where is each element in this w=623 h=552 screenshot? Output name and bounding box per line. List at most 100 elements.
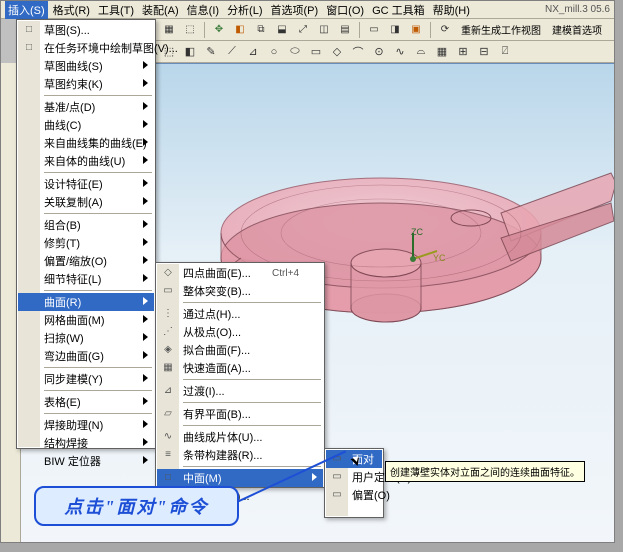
insert-menu-item[interactable]: 曲面(R) <box>18 293 154 311</box>
menu-separator <box>44 413 152 414</box>
tool-icon[interactable]: ▣ <box>407 21 425 39</box>
menu-insert[interactable]: 插入(S) <box>5 1 48 19</box>
menu-format[interactable]: 格式(R) <box>50 1 93 19</box>
insert-menu-item[interactable]: 网格曲面(M) <box>18 311 154 329</box>
menu-separator <box>44 367 152 368</box>
tool-icon[interactable]: ⬚ <box>181 21 199 39</box>
insert-menu-item[interactable]: 基准/点(D) <box>18 98 154 116</box>
menu-window[interactable]: 窗口(O) <box>323 1 367 19</box>
midsurface-submenu-item-icon: ▭ <box>329 487 345 502</box>
insert-menu-item[interactable]: □草图(S)... <box>18 21 154 39</box>
rebuild-button[interactable]: 重新生成工作视图 <box>457 21 545 38</box>
tool-icon[interactable]: ⍁ <box>496 43 514 61</box>
insert-menu-item-label: 细节特征(L) <box>44 271 101 287</box>
tool-icon[interactable]: ▦ <box>160 21 178 39</box>
surface-submenu-item-label: 拟合曲面(F)... <box>183 342 250 358</box>
tool-icon[interactable]: ⬭ <box>286 43 304 61</box>
menu-help[interactable]: 帮助(H) <box>430 1 473 19</box>
submenu-arrow-icon <box>143 102 148 110</box>
surface-submenu-item-icon: ▱ <box>160 406 176 421</box>
insert-menu-item[interactable]: 弯边曲面(G) <box>18 347 154 365</box>
submenu-arrow-icon <box>143 397 148 405</box>
tool-icon[interactable]: ◫ <box>315 21 333 39</box>
annotation-text: 点击"面对"命令 <box>65 493 209 519</box>
surface-submenu-item[interactable]: ▱有界平面(B)... <box>157 405 323 423</box>
menu-assembly[interactable]: 装配(A) <box>139 1 182 19</box>
insert-menu-item[interactable]: 草图约束(K) <box>18 75 154 93</box>
insert-menu-item[interactable]: 来自曲线集的曲线(E) <box>18 134 154 152</box>
insert-menu-item[interactable]: 细节特征(L) <box>18 270 154 288</box>
insert-menu-item[interactable]: 同步建模(Y) <box>18 370 154 388</box>
menu-separator <box>183 466 321 467</box>
tool-icon[interactable]: ⊟ <box>475 43 493 61</box>
model-prefs-button[interactable]: 建模首选项 <box>548 21 606 38</box>
insert-menu-item[interactable]: 设计特征(E) <box>18 175 154 193</box>
surface-submenu-item[interactable]: ≡条带构建器(R)... <box>157 446 323 464</box>
insert-menu-item-label: 曲面(R) <box>44 294 81 310</box>
tool-icon[interactable]: ⊞ <box>454 43 472 61</box>
midsurface-submenu-item-icon: ▭ <box>329 469 345 484</box>
tool-icon[interactable]: ⌒ <box>349 43 367 61</box>
tool-icon[interactable]: ⧉ <box>252 21 270 39</box>
midsurface-submenu-item[interactable]: ▭用户定义(U)... <box>326 468 382 486</box>
insert-menu-item[interactable]: 曲线(C) <box>18 116 154 134</box>
submenu-arrow-icon <box>143 274 148 282</box>
insert-menu-item[interactable]: 组合(B) <box>18 216 154 234</box>
tool-icon[interactable]: ∿ <box>391 43 409 61</box>
menu-analysis[interactable]: 分析(L) <box>224 1 265 19</box>
tool-icon[interactable]: ⊙ <box>370 43 388 61</box>
tool-icon[interactable]: ◇ <box>328 43 346 61</box>
menu-info[interactable]: 信息(I) <box>184 1 222 19</box>
toolbar-separator <box>204 22 205 38</box>
surface-submenu-item[interactable]: ⊿过渡(I)... <box>157 382 323 400</box>
tool-icon[interactable]: ✎ <box>202 43 220 61</box>
tool-icon[interactable]: ○ <box>265 43 283 61</box>
tool-icon[interactable]: ⤢ <box>294 21 312 39</box>
tool-icon[interactable]: ◧ <box>231 21 249 39</box>
insert-menu-item[interactable]: 焊接助理(N) <box>18 416 154 434</box>
midsurface-submenu-item-label: 偏置(O) <box>352 487 390 503</box>
tool-icon[interactable]: ▤ <box>336 21 354 39</box>
insert-menu-item[interactable]: 来自体的曲线(U) <box>18 152 154 170</box>
insert-menu-item[interactable]: 关联复制(A) <box>18 193 154 211</box>
tool-icon[interactable]: ⊿ <box>244 43 262 61</box>
menu-separator <box>44 390 152 391</box>
menu-gctoolbox[interactable]: GC 工具箱 <box>369 1 428 19</box>
surface-submenu-item[interactable]: ◇四点曲面(E)...Ctrl+4 <box>157 264 323 282</box>
surface-submenu-item[interactable]: ∿曲线成片体(U)... <box>157 428 323 446</box>
tool-icon[interactable]: ◧ <box>181 43 199 61</box>
surface-submenu-item[interactable]: ◈拟合曲面(F)... <box>157 341 323 359</box>
insert-menu-item[interactable]: 草图曲线(S) <box>18 57 154 75</box>
tool-icon[interactable]: ◨ <box>386 21 404 39</box>
tool-icon[interactable]: ▭ <box>365 21 383 39</box>
insert-menu-item[interactable]: □在任务环境中绘制草图(V)... <box>18 39 154 57</box>
insert-menu-item[interactable]: BIW 定位器 <box>18 452 154 470</box>
tool-icon[interactable]: ✥ <box>210 21 228 39</box>
menu-separator <box>44 290 152 291</box>
tool-icon[interactable]: ⬓ <box>273 21 291 39</box>
menu-prefs[interactable]: 首选项(P) <box>268 1 322 19</box>
submenu-arrow-icon <box>143 315 148 323</box>
tool-icon[interactable]: ⟳ <box>436 21 454 39</box>
surface-submenu-item[interactable]: ⋮通过点(H)... <box>157 305 323 323</box>
insert-menu-item[interactable]: 表格(E) <box>18 393 154 411</box>
surface-submenu-item-icon: ⊿ <box>160 383 176 398</box>
surface-submenu-item[interactable]: ⋰从极点(O)... <box>157 323 323 341</box>
tool-icon[interactable]: ▦ <box>433 43 451 61</box>
insert-menu-item[interactable]: 结构焊接 <box>18 434 154 452</box>
menu-separator <box>44 95 152 96</box>
tool-icon[interactable]: ▭ <box>307 43 325 61</box>
menu-tools[interactable]: 工具(T) <box>95 1 137 19</box>
tool-icon[interactable]: ⟋ <box>223 43 241 61</box>
insert-menu-item[interactable]: 偏置/缩放(O) <box>18 252 154 270</box>
surface-submenu-item[interactable]: ▭整体突变(B)... <box>157 282 323 300</box>
insert-menu-item-label: 来自体的曲线(U) <box>44 153 125 169</box>
midsurface-submenu-item[interactable]: ▭偏置(O) <box>326 486 382 504</box>
insert-menu-item[interactable]: 扫掠(W) <box>18 329 154 347</box>
tool-icon[interactable]: ⌓ <box>412 43 430 61</box>
submenu-arrow-icon <box>143 220 148 228</box>
insert-menu-item-label: BIW 定位器 <box>44 453 101 469</box>
insert-menu-item-label: 草图(S)... <box>44 22 90 38</box>
insert-menu-item[interactable]: 修剪(T) <box>18 234 154 252</box>
surface-submenu-item[interactable]: ▦快速造面(A)... <box>157 359 323 377</box>
